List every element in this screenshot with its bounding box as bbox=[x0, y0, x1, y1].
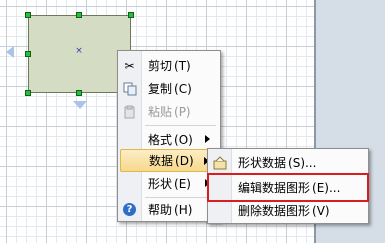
menu-item-label: 形状数据 bbox=[238, 156, 287, 170]
menu-item-label: 形状 bbox=[148, 177, 173, 191]
menu-item-edit-data-graphic[interactable]: 编辑数据图形 (E)... bbox=[207, 173, 369, 202]
autoconnect-down-arrow-icon[interactable] bbox=[73, 101, 87, 109]
menu-item-shortcut: (H) bbox=[174, 202, 193, 217]
shape-data-icon bbox=[210, 151, 229, 174]
paste-icon bbox=[120, 100, 139, 123]
selection-handle-bottom[interactable] bbox=[76, 90, 82, 96]
menu-item-shortcut: (E) bbox=[174, 176, 191, 191]
autoconnect-left-arrow-icon[interactable] bbox=[6, 46, 14, 58]
selection-handle-left[interactable] bbox=[25, 51, 31, 57]
menu-item-shortcut: (D) bbox=[175, 153, 194, 168]
menu-item-shortcut: (E)... bbox=[312, 180, 341, 195]
submenu-arrow-icon bbox=[205, 135, 210, 143]
menu-item-label: 剪切 bbox=[148, 59, 173, 73]
selection-handle-bottom-left[interactable] bbox=[25, 90, 31, 96]
menu-item-shortcut: (V) bbox=[312, 203, 330, 218]
menu-item-shortcut: (O) bbox=[174, 132, 193, 147]
menu-item-label: 粘贴 bbox=[148, 105, 173, 119]
menu-item-label: 删除数据图形 bbox=[238, 204, 311, 218]
menu-item-label: 格式 bbox=[148, 133, 173, 147]
menu-item-remove-data-graphic[interactable]: 删除数据图形 (V) bbox=[210, 199, 366, 222]
help-icon: ? bbox=[123, 203, 136, 216]
menu-item-paste[interactable]: 粘贴 (P) bbox=[120, 100, 218, 123]
selection-handle-top[interactable] bbox=[76, 12, 82, 18]
menu-item-shortcut: (T) bbox=[174, 58, 191, 73]
menu-item-shape-data[interactable]: 形状数据 (S)... bbox=[210, 151, 366, 174]
menu-item-shortcut: (P) bbox=[174, 104, 191, 119]
menu-item-label: 帮助 bbox=[148, 203, 173, 217]
menu-item-shape[interactable]: 形状 (E) bbox=[120, 172, 218, 195]
menu-item-label: 复制 bbox=[148, 82, 173, 96]
menu-item-shortcut: (S)... bbox=[288, 155, 317, 170]
context-menu: ✂ 剪切 (T) 复制 (C) 粘贴 (P) 格式 (O) 数据 (D) 形状 … bbox=[117, 50, 221, 222]
menu-item-label: 数据 bbox=[149, 154, 174, 168]
scissors-icon: ✂ bbox=[124, 58, 135, 73]
selection-handle-top-right[interactable] bbox=[128, 12, 134, 18]
data-submenu: 形状数据 (S)... 编辑数据图形 (E)... 删除数据图形 (V) bbox=[207, 148, 369, 224]
menu-item-help[interactable]: ? 帮助 (H) bbox=[120, 198, 218, 221]
menu-item-cut[interactable]: ✂ 剪切 (T) bbox=[120, 54, 218, 77]
menu-separator bbox=[145, 125, 216, 126]
shape-center-marker-icon: × bbox=[75, 46, 83, 56]
menu-item-label: 编辑数据图形 bbox=[238, 181, 311, 195]
copy-icon bbox=[120, 77, 139, 100]
menu-item-shortcut: (C) bbox=[174, 81, 192, 96]
menu-item-copy[interactable]: 复制 (C) bbox=[120, 77, 218, 100]
selection-handle-top-left[interactable] bbox=[25, 12, 31, 18]
menu-item-data[interactable]: 数据 (D) bbox=[120, 149, 218, 172]
menu-item-format[interactable]: 格式 (O) bbox=[120, 128, 218, 151]
